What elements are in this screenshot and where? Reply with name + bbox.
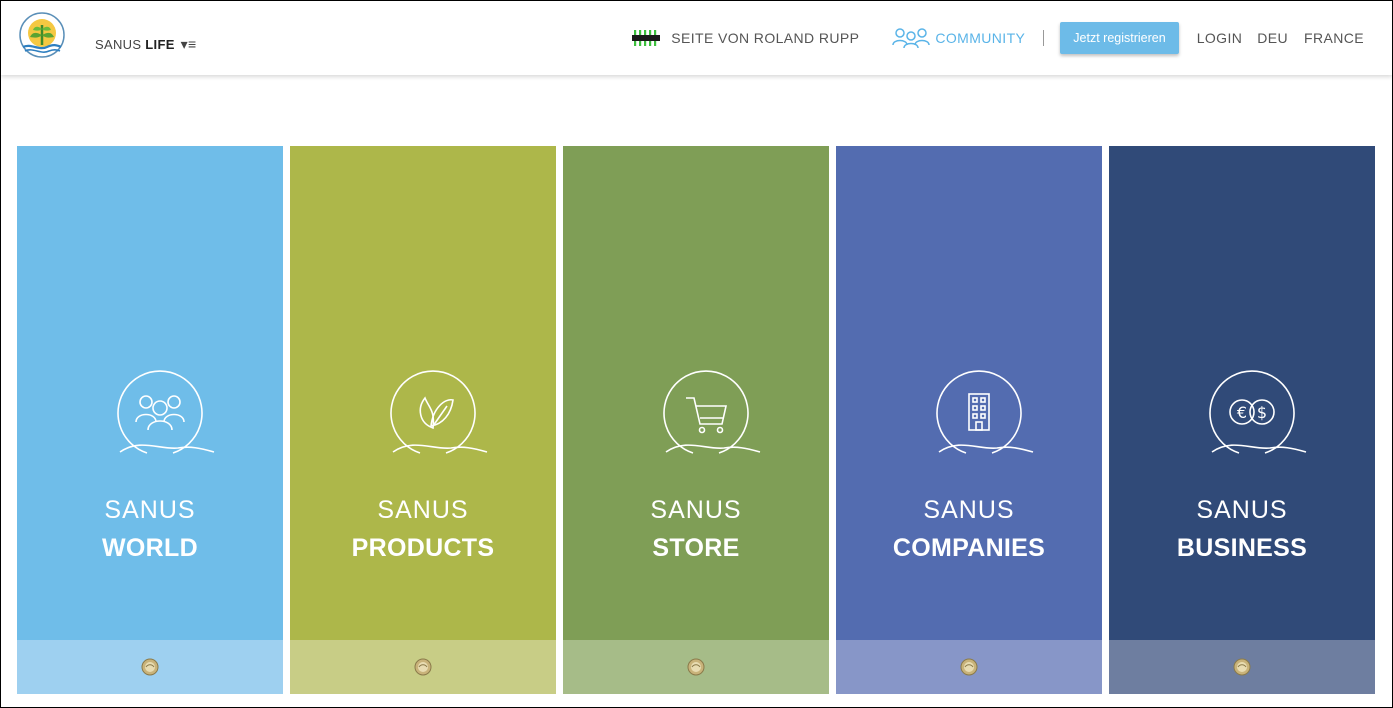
language-deu-link[interactable]: DEU — [1257, 30, 1288, 46]
brand-prefix: SANUS — [95, 37, 142, 52]
community-people-icon — [892, 28, 931, 49]
tile-main[interactable]: € $ SANUS BUSINESS — [1109, 146, 1375, 640]
leaf-icon — [390, 370, 488, 454]
language-france-link[interactable]: FRANCE — [1304, 30, 1364, 46]
tile-main[interactable]: SANUS STORE — [563, 146, 829, 640]
seite-label: SEITE VON ROLAND RUPP — [671, 30, 860, 46]
tile-sanus-products[interactable]: SANUS PRODUCTS — [290, 146, 556, 694]
dropdown-menu-icon[interactable]: ▾≡ — [181, 36, 197, 53]
coin-logo-icon — [687, 658, 705, 676]
tile-main[interactable]: SANUS PRODUCTS — [290, 146, 556, 640]
brand-menu-toggle[interactable]: SANUS LIFE ▾≡ — [95, 36, 196, 53]
sanuslife-logo-icon[interactable] — [17, 11, 67, 61]
cart-icon — [663, 370, 761, 454]
tile-title-line2: PRODUCTS — [351, 534, 495, 562]
login-link[interactable]: LOGIN — [1197, 30, 1243, 46]
coin-logo-icon — [1233, 658, 1251, 676]
currency-icon: € $ — [1209, 370, 1307, 454]
nav-divider — [1043, 30, 1045, 46]
svg-text:€: € — [1237, 403, 1247, 422]
tile-title-line2: BUSINESS — [1176, 534, 1308, 562]
community-link[interactable]: COMMUNITY — [891, 27, 1025, 49]
tile-title-line1: SANUS — [650, 496, 742, 524]
tile-footer[interactable] — [836, 640, 1102, 694]
svg-text:$: $ — [1257, 403, 1267, 422]
coin-logo-icon — [141, 658, 159, 676]
tile-main[interactable]: SANUS COMPANIES — [836, 146, 1102, 640]
community-label: COMMUNITY — [935, 30, 1026, 46]
tile-title-line1: SANUS — [923, 496, 1015, 524]
tile-footer[interactable] — [1109, 640, 1375, 694]
tile-main[interactable]: SANUS WORLD — [17, 146, 283, 640]
organizer-badge-icon — [632, 30, 661, 46]
register-button[interactable]: Jetzt registrieren — [1060, 22, 1179, 54]
tile-sanus-companies[interactable]: SANUS COMPANIES — [836, 146, 1102, 694]
tile-title-line1: SANUS — [377, 496, 469, 524]
tile-title-line1: SANUS — [1196, 496, 1288, 524]
coin-logo-icon — [960, 658, 978, 676]
tile-title-line2: WORLD — [102, 534, 198, 562]
tile-footer[interactable] — [563, 640, 829, 694]
seite-von-link[interactable]: SEITE VON ROLAND RUPP — [631, 28, 859, 48]
people-icon — [117, 370, 215, 454]
building-icon — [936, 370, 1034, 454]
tile-footer[interactable] — [290, 640, 556, 694]
tile-sanus-store[interactable]: SANUS STORE — [563, 146, 829, 694]
top-navigation-bar: SANUS LIFE ▾≡ SEITE VON ROLAND RUPP COMM… — [1, 1, 1392, 75]
tile-title-line1: SANUS — [104, 496, 196, 524]
brand-suffix: LIFE — [145, 37, 175, 52]
tile-title-line2: STORE — [652, 534, 740, 562]
coin-logo-icon — [414, 658, 432, 676]
tile-sanus-world[interactable]: SANUS WORLD — [17, 146, 283, 694]
tile-sanus-business[interactable]: € $ SANUS BUSINESS — [1109, 146, 1375, 694]
tile-title-line2: COMPANIES — [892, 534, 1046, 562]
tile-footer[interactable] — [17, 640, 283, 694]
category-tiles: SANUS WORLD SANUS PRODUCTS SANUS STORE S… — [17, 146, 1375, 694]
